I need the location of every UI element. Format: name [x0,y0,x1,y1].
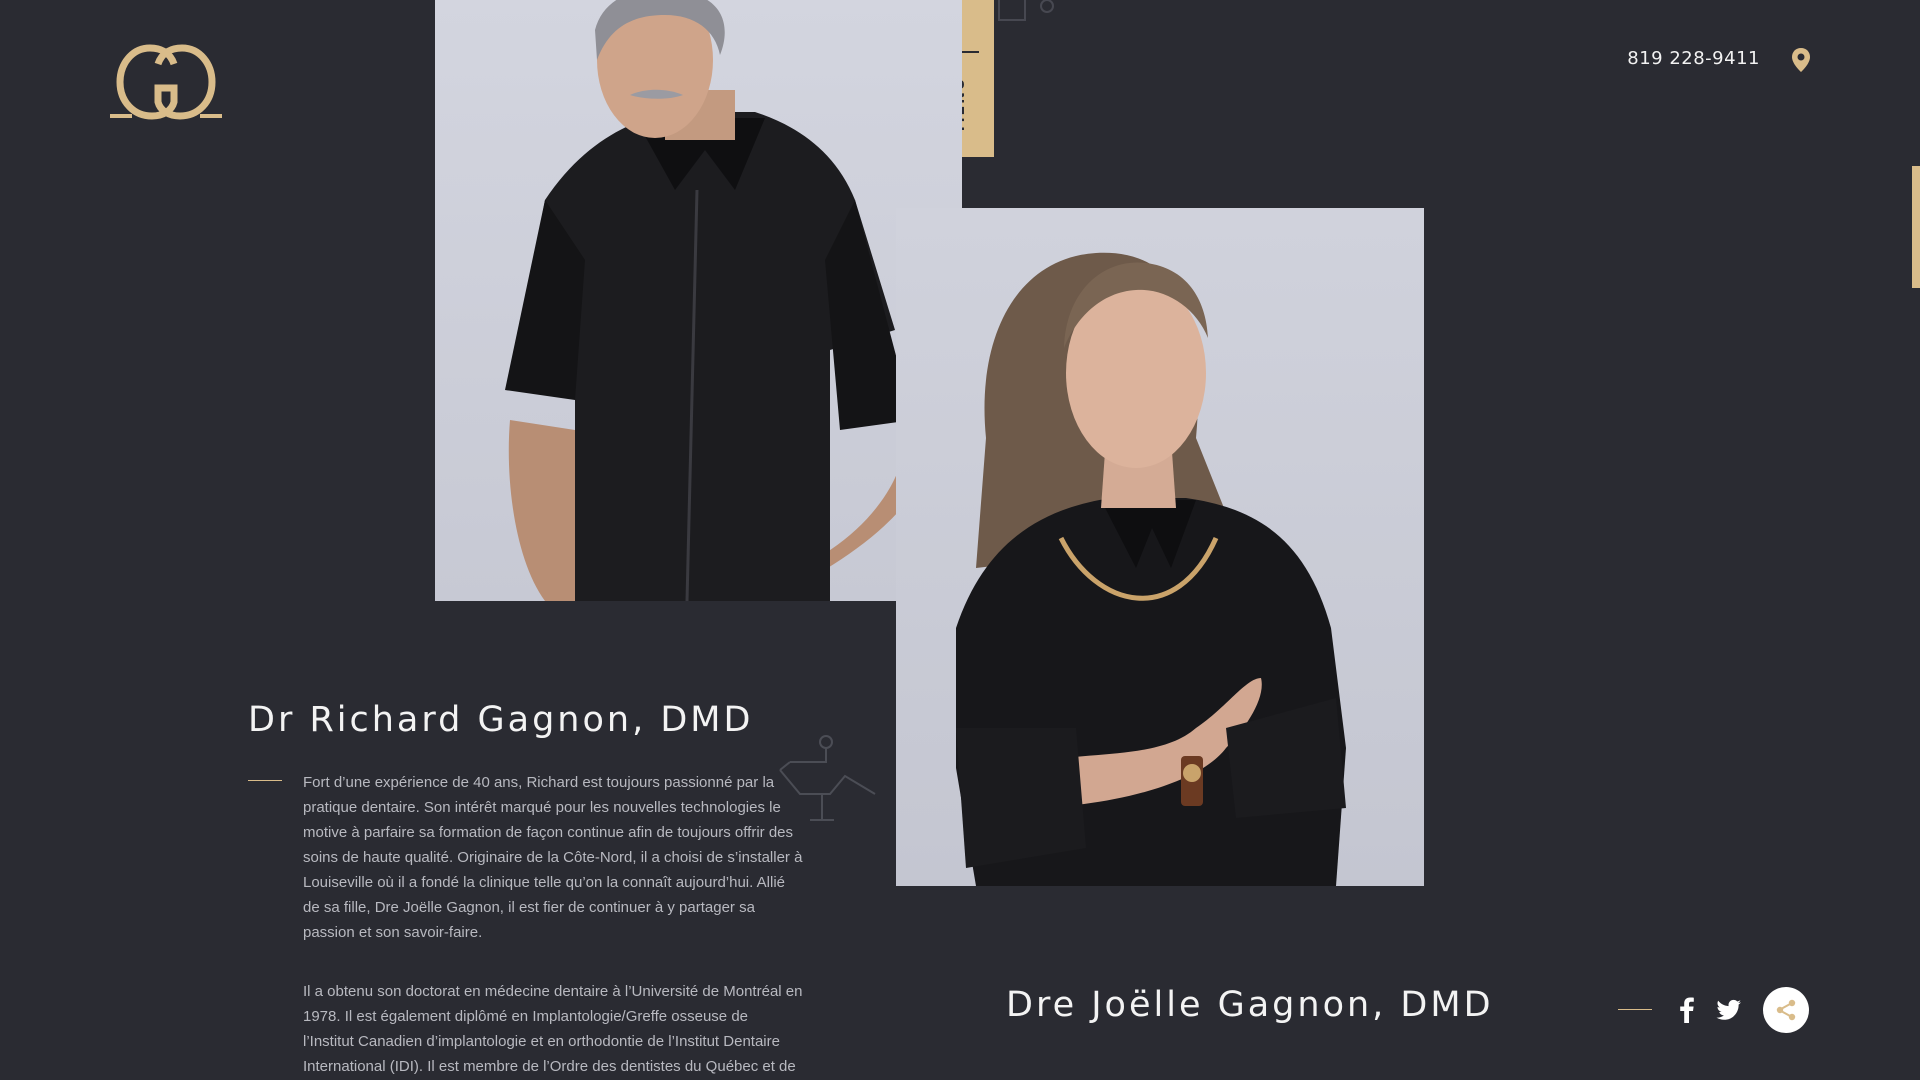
share-button[interactable] [1763,987,1809,1033]
portrait-woman-image [956,252,1346,886]
dentist-name-richard: Dr Richard Gagnon, DMD [248,700,754,740]
portrait-man-image [505,0,935,601]
bio-divider [248,780,282,781]
dentist-bio-paragraph-2: Il a obtenu son doctorat en médecine den… [303,983,803,1075]
dentist-photo-richard [435,0,962,601]
scroll-indicator[interactable] [1912,166,1920,288]
dental-outline-decoration-icon [998,0,1054,21]
phone-link[interactable]: 819 228-9411 [1627,48,1760,69]
twitter-icon[interactable] [1716,998,1742,1022]
social-divider [1618,1009,1652,1010]
gg-monogram-logo[interactable] [110,40,222,124]
dentist-bio-paragraph-1: Fort d’une expérience de 40 ans, Richard… [303,774,803,941]
map-pin-icon[interactable] [1790,47,1812,73]
logo-icon [110,44,222,120]
page: MENU 819 228-9411 [0,0,1920,1080]
dentist-name-joelle: Dre Joëlle Gagnon, DMD [1006,985,1494,1025]
facebook-icon[interactable] [1676,996,1696,1024]
share-icon [1776,999,1796,1021]
dentist-photo-joelle [896,208,1424,886]
